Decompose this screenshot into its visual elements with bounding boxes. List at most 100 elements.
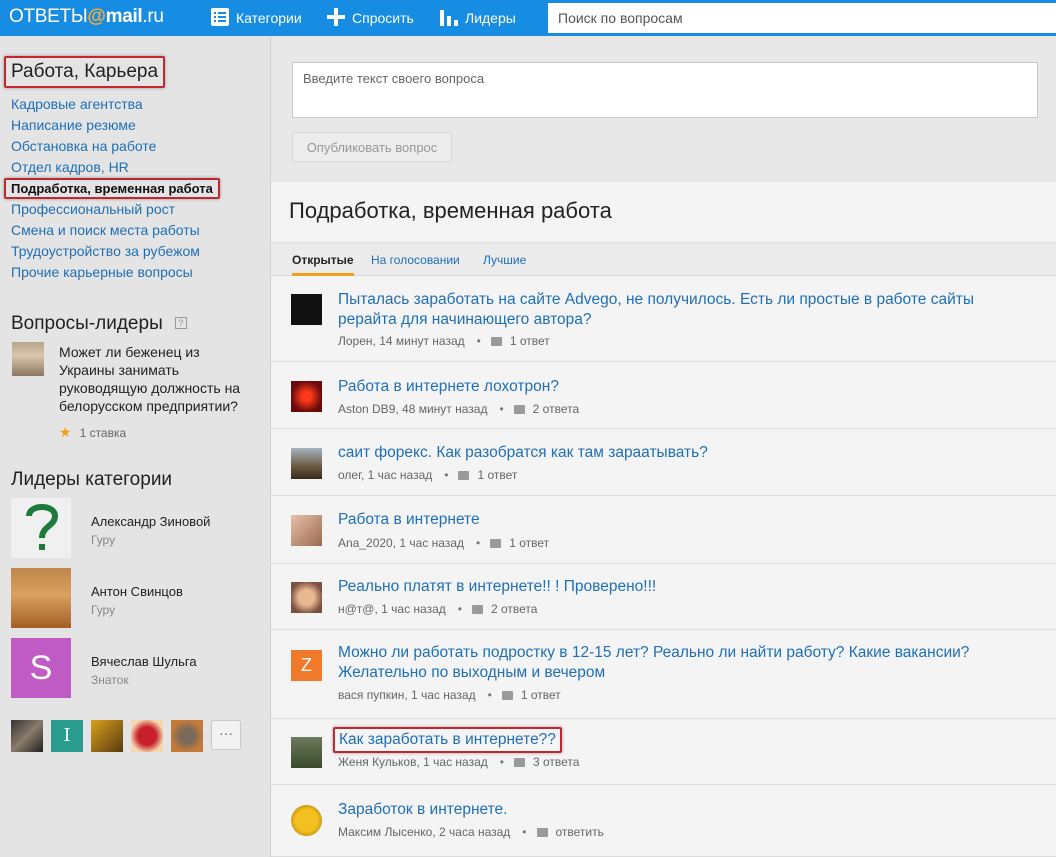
- avatar[interactable]: [11, 720, 43, 752]
- question-title[interactable]: саит форекс. Как разобратся как там зара…: [338, 443, 998, 463]
- search-input[interactable]: [548, 3, 1056, 33]
- comment-icon: [458, 471, 470, 480]
- publish-button[interactable]: Опубликовать вопрос: [292, 132, 452, 162]
- avatar[interactable]: [291, 381, 322, 412]
- question-title[interactable]: Заработок в интернете.: [338, 800, 998, 820]
- question-author[interactable]: вася пупкин, 1 час назад: [338, 688, 476, 702]
- subcategory-resume[interactable]: Написание резюме: [11, 115, 227, 136]
- logo-domain: .ru: [142, 6, 164, 27]
- question-author[interactable]: Лорен, 14 минут назад: [338, 334, 465, 348]
- subcategory-agencies[interactable]: Кадровые агентства: [11, 94, 227, 115]
- question-meta: Лорен, 14 минут назад • 1 ответ: [338, 334, 550, 348]
- main-content: Опубликовать вопрос Подработка, временна…: [270, 36, 1056, 857]
- question-title[interactable]: Как заработать в интернете??: [333, 727, 562, 753]
- answer-count[interactable]: 1 ответ: [521, 688, 561, 702]
- avatar[interactable]: [291, 294, 322, 325]
- subcategory-hr[interactable]: Отдел кадров, HR: [11, 157, 227, 178]
- sidebar: Работа, Карьера Кадровые агентства Напис…: [0, 36, 268, 857]
- bet-count: 1 ставка: [79, 426, 127, 440]
- question-title[interactable]: Пыталась заработать на сайте Advego, не …: [338, 290, 998, 330]
- avatar[interactable]: [12, 342, 44, 376]
- nav-leaders[interactable]: Лидеры: [440, 0, 516, 36]
- question-author[interactable]: Максим Лысенко, 2 часа назад: [338, 825, 510, 839]
- separator-dot: •: [476, 536, 481, 550]
- question-author[interactable]: Ana_2020, 1 час назад: [338, 536, 464, 550]
- leader-item[interactable]: S Вячеслав Шульга Знаток: [11, 638, 261, 698]
- avatar[interactable]: [11, 568, 71, 628]
- comment-icon: [513, 405, 525, 414]
- answer-count[interactable]: 1 ответ: [477, 468, 517, 482]
- help-icon[interactable]: ?: [174, 317, 187, 329]
- nav-ask[interactable]: Спросить: [327, 0, 414, 36]
- tab-voting[interactable]: На голосовании: [371, 253, 460, 267]
- leader-name[interactable]: Вячеслав Шульга: [91, 654, 197, 669]
- question-meta: Ana_2020, 1 час назад • 1 ответ: [338, 536, 549, 550]
- leader-name[interactable]: Антон Свинцов: [91, 584, 183, 599]
- tab-open[interactable]: Открытые: [292, 253, 354, 276]
- question-feed: Подработка, временная работа Открытые На…: [271, 182, 1056, 857]
- top-bar: ОТВЕТЫ@mail.ru Категории Спросить Лидеры: [0, 0, 1056, 36]
- nav-leaders-label: Лидеры: [465, 10, 516, 26]
- subcategory-growth[interactable]: Профессиональный рост: [11, 199, 227, 220]
- comment-icon: [471, 605, 483, 614]
- question-meta: Максим Лысенко, 2 часа назад • ответить: [338, 825, 604, 839]
- avatar[interactable]: [11, 498, 71, 558]
- subcategory-job-search[interactable]: Смена и поиск места работы: [11, 220, 227, 241]
- question-input[interactable]: [292, 62, 1038, 118]
- leader-item[interactable]: Антон Свинцов Гуру: [11, 568, 261, 628]
- avatar[interactable]: Z: [291, 650, 322, 681]
- question-author[interactable]: Женя Кульков, 1 час назад: [338, 755, 488, 769]
- question-title[interactable]: Работа в интернете лохотрон?: [338, 377, 998, 397]
- question-meta: Aston DB9, 48 минут назад • 2 ответа: [338, 402, 579, 416]
- avatar[interactable]: [291, 737, 322, 768]
- question-title[interactable]: Реально платят в интернете!! ! Проверено…: [338, 577, 998, 597]
- plus-icon: [327, 7, 345, 29]
- avatar[interactable]: I: [51, 720, 83, 752]
- avatar[interactable]: [291, 582, 322, 613]
- list-item: Заработок в интернете. Максим Лысенко, 2…: [271, 785, 1056, 857]
- subcategory-parttime[interactable]: Подработка, временная работа: [4, 178, 220, 199]
- subcategory-workplace[interactable]: Обстановка на работе: [11, 136, 227, 157]
- avatar[interactable]: [171, 720, 203, 752]
- comment-icon: [513, 758, 525, 767]
- question-author[interactable]: н@т@, 1 час назад: [338, 602, 446, 616]
- leader-questions-heading: Вопросы-лидеры?: [11, 313, 187, 335]
- answer-link[interactable]: ответить: [556, 825, 604, 839]
- page-title: Подработка, временная работа: [289, 198, 612, 223]
- nav-categories[interactable]: Категории: [211, 0, 302, 36]
- avatar[interactable]: S: [11, 638, 71, 698]
- leader-questions-title: Вопросы-лидеры: [11, 313, 163, 334]
- category-title[interactable]: Работа, Карьера: [4, 56, 166, 88]
- bar-chart-icon: [440, 8, 458, 29]
- leader-item[interactable]: Александр Зиновой Гуру: [11, 498, 261, 558]
- avatar[interactable]: [291, 515, 322, 546]
- answer-count[interactable]: 2 ответа: [491, 602, 537, 616]
- question-title[interactable]: Работа в интернете: [338, 510, 998, 530]
- avatar[interactable]: [131, 720, 163, 752]
- answer-count[interactable]: 1 ответ: [509, 536, 549, 550]
- logo[interactable]: ОТВЕТЫ@mail.ru: [9, 6, 164, 28]
- answer-count[interactable]: 3 ответа: [533, 755, 579, 769]
- question-author[interactable]: Aston DB9, 48 минут назад: [338, 402, 487, 416]
- question-meta: н@т@, 1 час назад • 2 ответа: [338, 602, 537, 616]
- leader-name[interactable]: Александр Зиновой: [91, 514, 210, 529]
- list-icon: [211, 7, 229, 29]
- star-icon: ★: [59, 424, 72, 440]
- question-title[interactable]: Можно ли работать подростку в 12-15 лет?…: [338, 643, 998, 683]
- avatar[interactable]: [91, 720, 123, 752]
- more-button[interactable]: ···: [211, 720, 241, 750]
- list-item: Работа в интернете Ana_2020, 1 час назад…: [271, 496, 1056, 564]
- leader-rank: Гуру: [91, 533, 116, 547]
- subcategory-other[interactable]: Прочие карьерные вопросы: [11, 262, 227, 283]
- leader-question-link[interactable]: Может ли беженец из Украины занимать рук…: [59, 343, 259, 415]
- tab-best[interactable]: Лучшие: [483, 253, 526, 267]
- list-item: Z Можно ли работать подростку в 12-15 ле…: [271, 630, 1056, 719]
- subcategory-abroad[interactable]: Трудоустройство за рубежом: [11, 241, 227, 262]
- answer-count[interactable]: 1 ответ: [510, 334, 550, 348]
- separator-dot: •: [487, 688, 492, 702]
- avatar[interactable]: [291, 448, 322, 479]
- list-item: Пыталась заработать на сайте Advego, не …: [271, 276, 1056, 362]
- answer-count[interactable]: 2 ответа: [533, 402, 579, 416]
- question-author[interactable]: олег, 1 час назад: [338, 468, 432, 482]
- avatar[interactable]: [291, 805, 322, 836]
